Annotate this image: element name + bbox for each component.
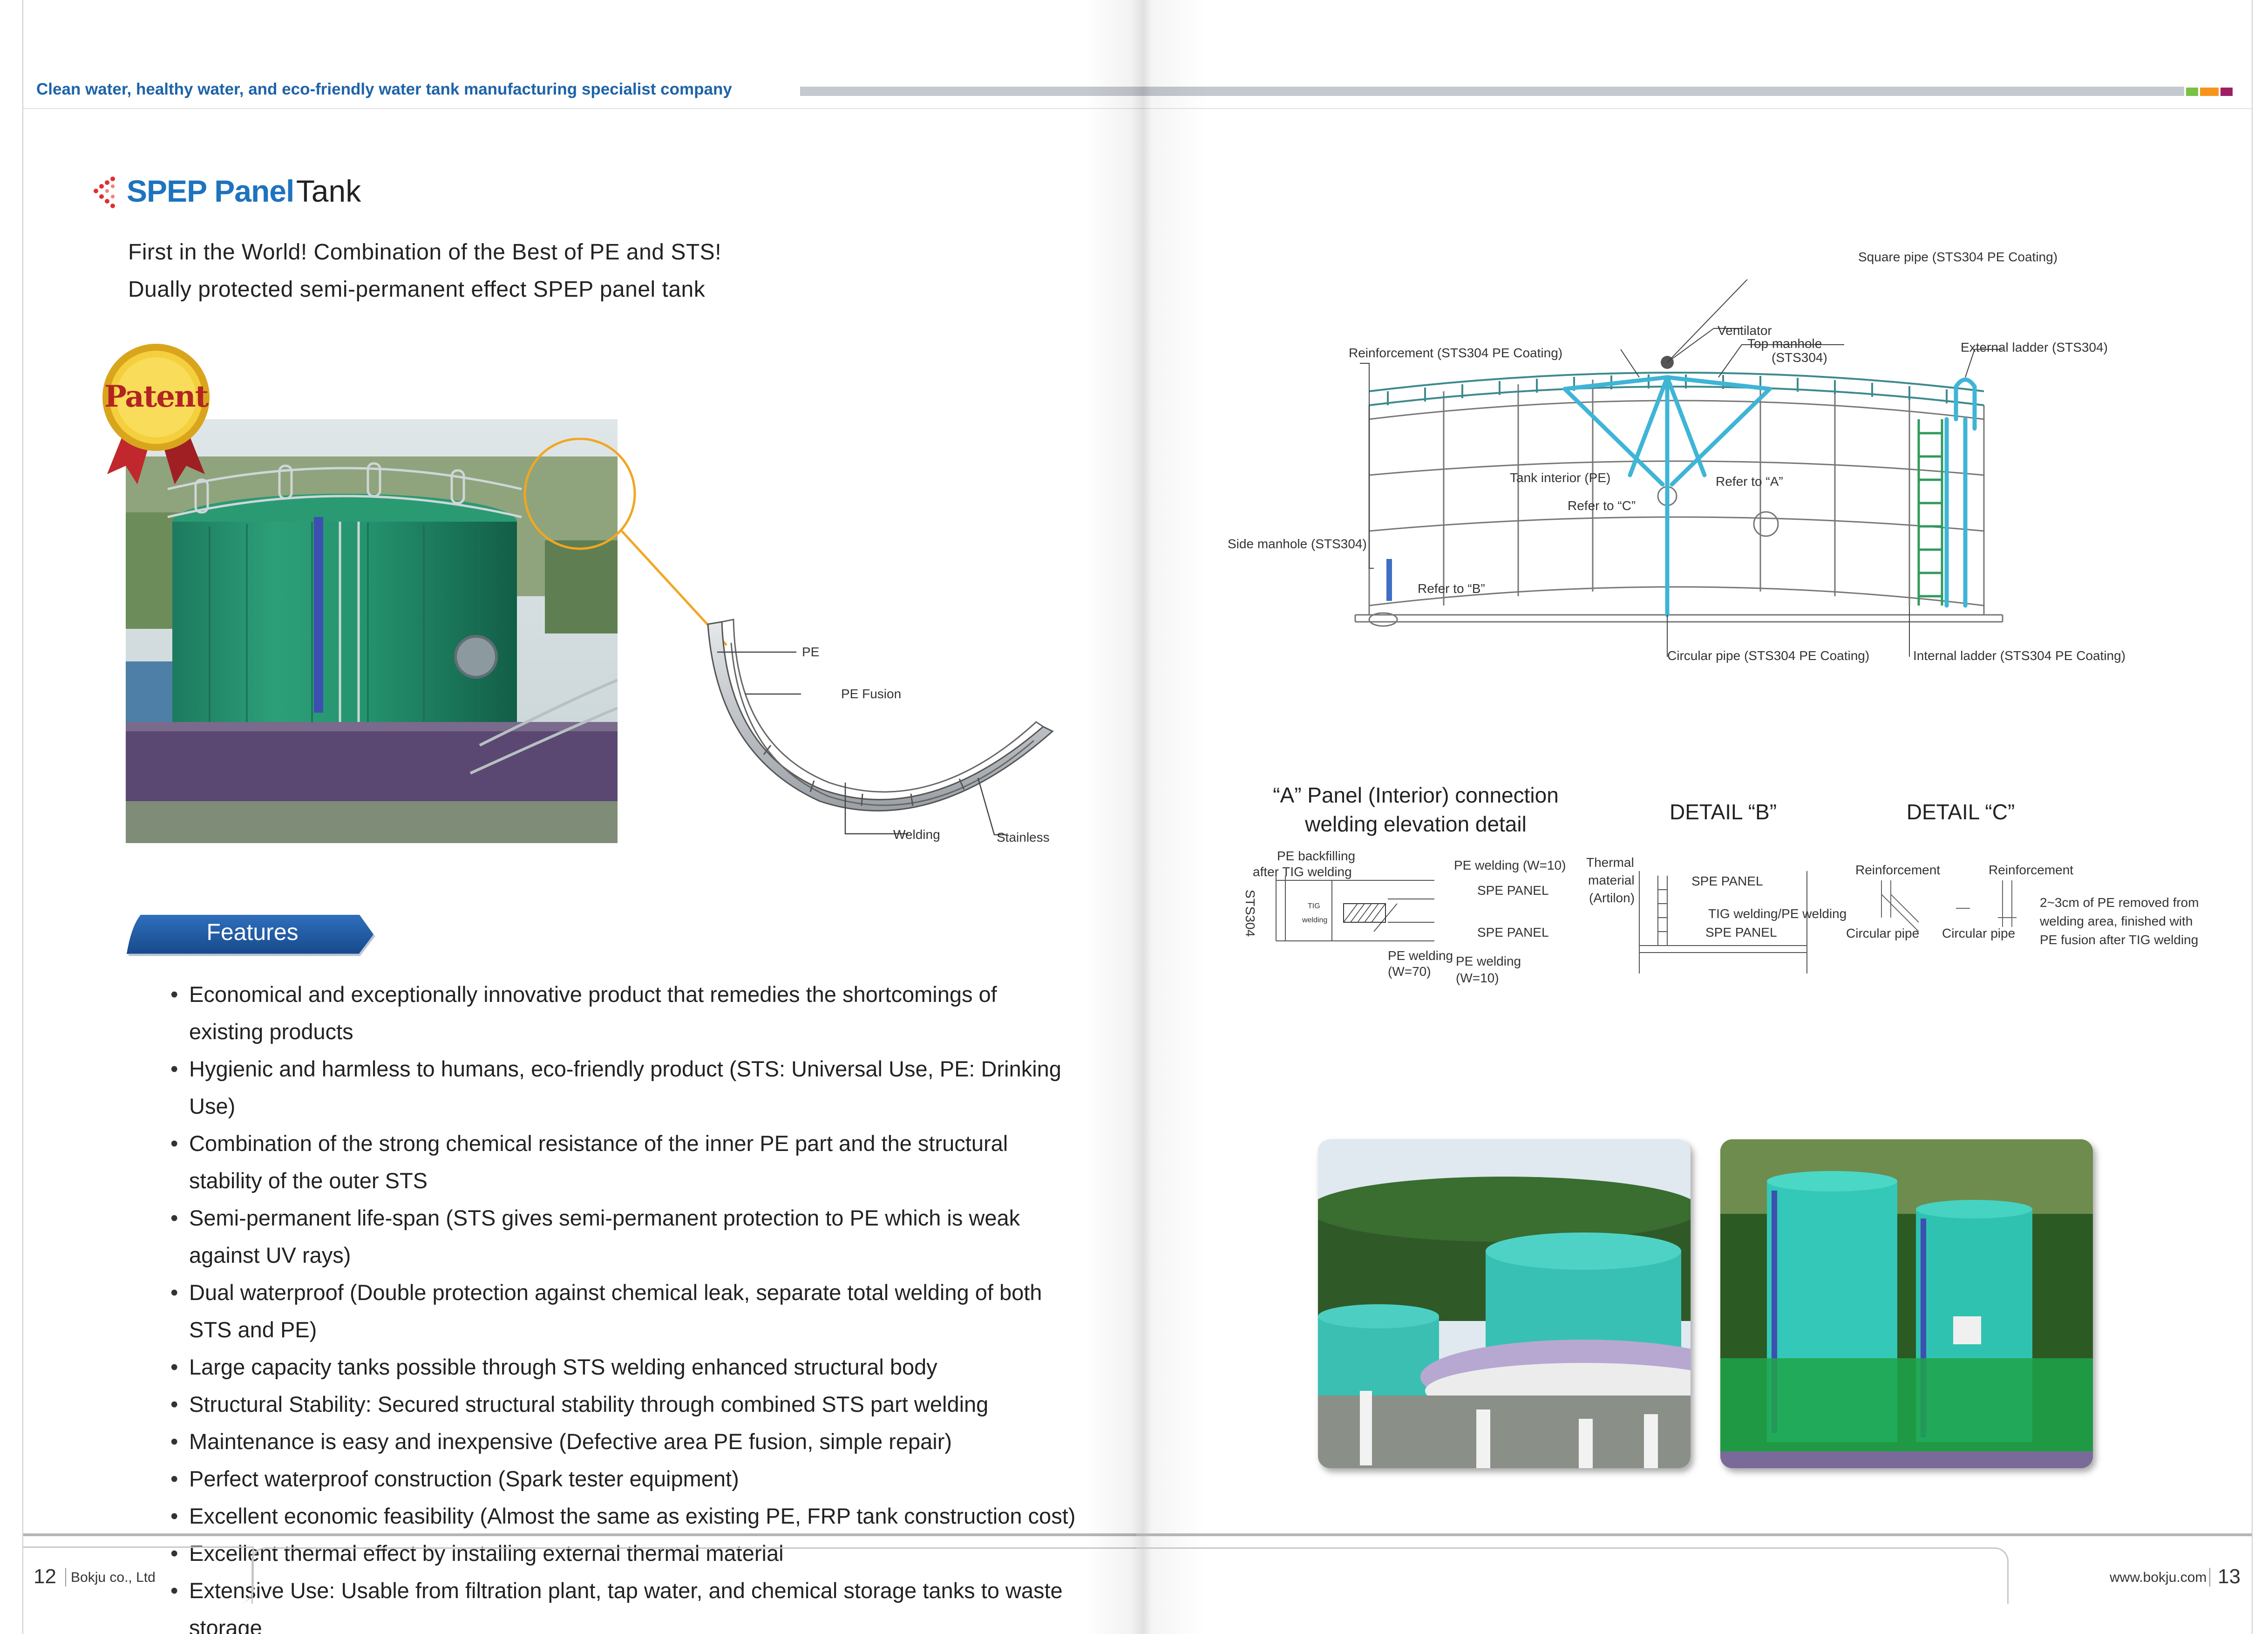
company-name: Bokju co., Ltd (71, 1570, 156, 1585)
label-artilon: (Artilon) (1589, 891, 1635, 905)
patent-badge-label: Patent (104, 379, 209, 414)
label-pe: PE (802, 645, 820, 659)
left-page: Clean water, healthy water, and eco-frie… (0, 0, 1136, 1634)
feature-item: Economical and exceptionally innovative … (168, 976, 1076, 1050)
website-url: www.bokju.com (2110, 1570, 2207, 1585)
label-circular-pipe-c1: Circular pipe (1846, 926, 1920, 940)
label-circular-pipe-c2: Circular pipe (1942, 926, 2016, 940)
label-spe-panel-b-top: SPE PANEL (1691, 874, 1763, 888)
label-spe-panel-a-top: SPE PANEL (1477, 883, 1549, 898)
feature-item: Semi-permanent life-span (STS gives semi… (168, 1199, 1076, 1274)
feature-item: Maintenance is easy and inexpensive (Def… (168, 1423, 1076, 1460)
label-spe-panel-a-bottom: SPE PANEL (1477, 925, 1549, 940)
header-tagline: Clean water, healthy water, and eco-frie… (36, 80, 732, 98)
feature-item: Combination of the strong chemical resis… (168, 1125, 1076, 1199)
footer-frame-right (1136, 1547, 2009, 1604)
detail-a-title-2: welding elevation detail (1305, 812, 1527, 836)
page-edge-left (22, 0, 23, 1634)
header-accent-green (2186, 88, 2198, 96)
detail-a-title-1: “A” Panel (Interior) connection (1273, 783, 1559, 807)
label-pe-welding-w70: PE welding (1388, 948, 1453, 963)
page-title: SPEP Panel Tank (127, 173, 361, 209)
patent-badge: Patent (93, 339, 219, 488)
right-page-number: 13 (2218, 1565, 2241, 1588)
page-edge-right (2252, 0, 2253, 1634)
label-stainless: Stainless (997, 830, 1050, 844)
label-external-ladder: External ladder (STS304) (1961, 340, 2108, 354)
label-note-line-3: PE fusion after TIG welding (2040, 933, 2199, 947)
subtitle-line-2: Dually protected semi-permanent effect S… (128, 277, 706, 302)
label-welding: Welding (893, 827, 940, 842)
installation-photo-1 (1318, 1139, 1691, 1468)
label-sts304: STS304 (1243, 890, 1257, 937)
panel-cross-section (707, 619, 1054, 836)
detail-c-title: DETAIL “C” (1906, 800, 2015, 824)
feature-item: Hygienic and harmless to humans, eco-fri… (168, 1050, 1076, 1125)
footer-separator (65, 1568, 66, 1586)
label-pe-welding-w10: PE welding (1456, 954, 1521, 968)
installation-photo-2 (1720, 1139, 2093, 1468)
label-w70: (W=70) (1388, 964, 1431, 979)
subtitle-line-1: First in the World! Combination of the B… (128, 240, 722, 265)
feature-item: Structural Stability: Secured structural… (168, 1386, 1076, 1423)
title-brand: SPEP Panel (127, 174, 294, 208)
label-reinforcement-c1: Reinforcement (1855, 863, 1941, 877)
label-tig-pe-welding: TIG welding/PE welding (1708, 906, 1847, 921)
label-reinforcement-c2: Reinforcement (1989, 863, 2074, 877)
label-pe-welding-w10-top: PE welding (W=10) (1454, 858, 1566, 872)
label-top-manhole-material: (STS304) (1772, 350, 1827, 365)
label-square-pipe: Square pipe (STS304 PE Coating) (1858, 250, 2058, 264)
header-accent-orange (2200, 88, 2219, 96)
feature-item: Excellent economic feasibility (Almost t… (168, 1498, 1076, 1535)
title-suffix: Tank (296, 174, 361, 208)
footer-divider-right (1136, 1533, 2252, 1536)
feature-item: Perfect waterproof construction (Spark t… (168, 1460, 1076, 1498)
label-top-manhole: Top manhole (1747, 336, 1822, 351)
label-tank-interior: Tank interior (PE) (1510, 470, 1611, 485)
header-bar-right (1136, 87, 2184, 96)
detail-c-drawing (1881, 880, 2017, 932)
label-refer-b: Refer to “B” (1418, 581, 1485, 596)
footer-frame (251, 1547, 1136, 1604)
header-accent-purple (2220, 88, 2233, 96)
book-spine (1085, 0, 1206, 1634)
label-pe-backfilling: PE backfilling (1277, 849, 1356, 863)
left-page-number: 12 (34, 1565, 56, 1588)
feature-item: Large capacity tanks possible through ST… (168, 1348, 1076, 1386)
label-thermal: Thermal (1586, 855, 1634, 870)
label-note-line-1: 2~3cm of PE removed from (2040, 895, 2199, 910)
features-tab: Features (127, 912, 378, 957)
label-tig: TIG (1308, 902, 1320, 910)
label-reinforcement: Reinforcement (STS304 PE Coating) (1349, 346, 1563, 360)
header-divider-right (1136, 108, 2252, 109)
label-refer-c: Refer to “C” (1568, 498, 1636, 513)
header-divider (23, 108, 1136, 109)
chevron-logo-icon (94, 177, 115, 208)
label-side-manhole: Side manhole (STS304) (1228, 537, 1367, 551)
label-w10: (W=10) (1456, 971, 1499, 985)
feature-item: Dual waterproof (Double protection again… (168, 1274, 1076, 1348)
label-after-tig: after TIG welding (1253, 865, 1352, 879)
label-refer-a: Refer to “A” (1716, 474, 1783, 489)
label-welding-a: welding (1302, 916, 1328, 924)
label-note-line-2: welding area, finished with (2040, 914, 2193, 928)
label-internal-ladder: Internal ladder (STS304 PE Coating) (1913, 648, 2126, 663)
footer-divider (23, 1533, 1136, 1536)
detail-b-title: DETAIL “B” (1669, 800, 1777, 824)
features-title: Features (206, 919, 299, 945)
label-pe-fusion: PE Fusion (841, 687, 902, 701)
label-circular-pipe: Circular pipe (STS304 PE Coating) (1667, 648, 1870, 663)
label-spe-panel-b-bottom: SPE PANEL (1705, 925, 1777, 940)
label-material: material (1588, 873, 1635, 887)
footer-separator-right (2209, 1568, 2210, 1586)
